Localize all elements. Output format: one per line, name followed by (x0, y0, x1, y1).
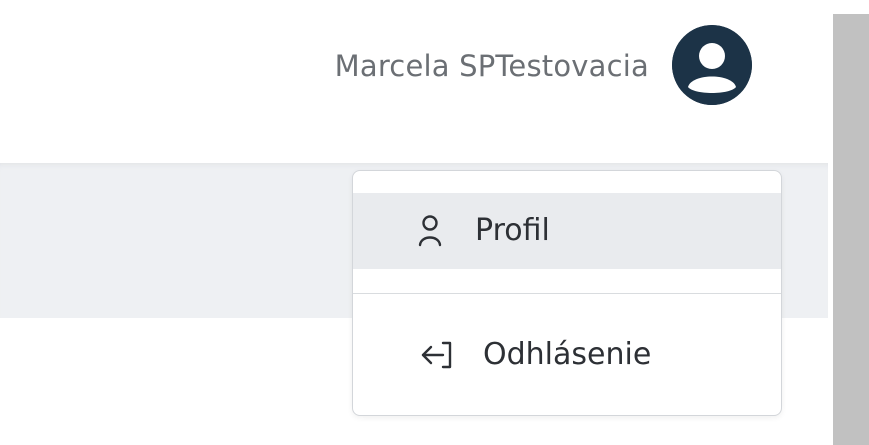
menu-item-profile[interactable]: Profil (353, 193, 781, 269)
user-circle-icon (672, 25, 752, 105)
logout-icon (421, 341, 452, 369)
menu-item-logout[interactable]: Odhlásenie (353, 317, 781, 393)
user-avatar-button[interactable] (672, 25, 752, 105)
menu-item-logout-label: Odhlásenie (483, 337, 652, 372)
scrollbar-thumb[interactable] (833, 14, 869, 445)
user-name[interactable]: Marcela SPTestovacia (335, 46, 649, 86)
user-dropdown-menu: Profil Odhlásenie (352, 170, 782, 416)
menu-item-profile-label: Profil (475, 213, 550, 248)
menu-divider (353, 293, 781, 294)
user-icon (418, 215, 442, 247)
